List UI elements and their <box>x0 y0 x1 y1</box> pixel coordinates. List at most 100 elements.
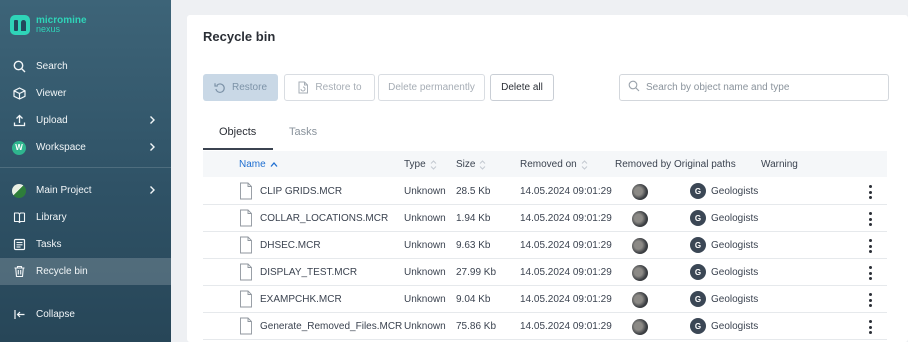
column-header-type[interactable]: Type <box>404 159 437 170</box>
sidebar-divider <box>0 167 171 168</box>
path-group-badge: G <box>690 237 706 253</box>
sidebar-item-recycle-bin[interactable]: Recycle bin <box>0 258 171 285</box>
sidebar-item-tasks[interactable]: Tasks <box>0 231 171 258</box>
restore-to-button-label: Restore to <box>315 82 362 93</box>
delete-permanently-button[interactable]: Delete permanently <box>378 74 485 101</box>
sidebar-item-label: Workspace <box>36 142 86 153</box>
brand-logo[interactable]: micromine nexus <box>10 15 87 35</box>
collapse-button[interactable]: Collapse <box>0 301 171 328</box>
row-size: 75.86 Kb <box>456 321 497 332</box>
tasks-icon <box>12 238 26 252</box>
search-input[interactable] <box>646 82 876 93</box>
sidebar-item-main-project[interactable]: Main Project <box>0 177 171 204</box>
table-row[interactable]: Generate_Removed_Files.MCR Unknown 75.86 K… <box>203 313 887 340</box>
table-row[interactable]: DISPLAY_TEST.MCR Unknown 27.99 Kb 14.05.202… <box>203 259 887 286</box>
row-type: Unknown <box>404 267 446 278</box>
active-tab-indicator <box>203 148 273 150</box>
row-name[interactable]: DISPLAY_TEST.MCR <box>260 267 357 278</box>
row-name[interactable]: Generate_Removed_Files.MCR <box>260 321 402 332</box>
tab-tasks[interactable]: Tasks <box>289 126 317 138</box>
path-group-badge: G <box>690 291 706 307</box>
file-icon <box>239 263 253 284</box>
micromine-logo-icon <box>10 15 30 35</box>
row-size: 9.63 Kb <box>456 240 491 251</box>
tab-objects[interactable]: Objects <box>219 126 256 138</box>
collapse-icon <box>12 308 26 322</box>
file-icon <box>239 182 253 203</box>
removed-by-avatar[interactable] <box>632 211 648 227</box>
restore-icon <box>214 82 226 94</box>
sort-icon <box>581 159 588 170</box>
path-group-badge: G <box>690 183 706 199</box>
sort-icon <box>479 159 486 170</box>
sort-ascending-icon <box>270 161 278 169</box>
row-removed-on: 14.05.2024 09:01:29 <box>520 321 612 332</box>
row-type: Unknown <box>404 186 446 197</box>
row-name[interactable]: CLIP GRIDS.MCR <box>260 186 342 197</box>
sidebar-item-workspace[interactable]: W Workspace <box>0 134 171 161</box>
column-header-name[interactable]: Name <box>239 159 278 170</box>
restore-button[interactable]: Restore <box>203 74 278 101</box>
search-box <box>619 74 889 101</box>
removed-by-avatar[interactable] <box>632 238 648 254</box>
row-type: Unknown <box>404 321 446 332</box>
search-icon <box>12 60 26 74</box>
table-row[interactable]: COLLAR_LOCATIONS.MCR Unknown 1.94 Kb 14.05.… <box>203 205 887 232</box>
sidebar-item-library[interactable]: Library <box>0 204 171 231</box>
removed-by-avatar[interactable] <box>632 265 648 281</box>
row-size: 28.5 Kb <box>456 186 491 197</box>
row-name[interactable]: COLLAR_LOCATIONS.MCR <box>260 213 388 224</box>
sidebar-item-upload[interactable]: Upload <box>0 107 171 134</box>
removed-by-avatar[interactable] <box>632 184 648 200</box>
row-type: Unknown <box>404 240 446 251</box>
search-icon <box>628 80 640 95</box>
more-options-icon[interactable] <box>867 185 873 199</box>
more-options-icon[interactable] <box>867 212 873 226</box>
sidebar-item-label: Recycle bin <box>36 266 88 277</box>
restore-to-button[interactable]: Restore to <box>284 74 375 101</box>
row-size: 1.94 Kb <box>456 213 491 224</box>
row-name[interactable]: EXAMPCHK.MCR <box>260 294 342 305</box>
more-options-icon[interactable] <box>867 320 873 334</box>
file-restore-icon <box>297 81 309 94</box>
row-size: 9.04 Kb <box>456 294 491 305</box>
sidebar-item-label: Tasks <box>36 239 62 250</box>
more-options-icon[interactable] <box>867 266 873 280</box>
column-header-removed-on[interactable]: Removed on <box>520 159 588 170</box>
table-row[interactable]: DHSEC.MCR Unknown 9.63 Kb 14.05.2024 09:01:… <box>203 232 887 259</box>
library-icon <box>12 211 26 225</box>
row-removed-on: 14.05.2024 09:01:29 <box>520 267 612 278</box>
row-original-path[interactable]: Geologists <box>711 213 758 224</box>
row-removed-on: 14.05.2024 09:01:29 <box>520 294 612 305</box>
sidebar-item-viewer[interactable]: Viewer <box>0 80 171 107</box>
delete-all-button[interactable]: Delete all <box>490 74 554 101</box>
more-options-icon[interactable] <box>867 239 873 253</box>
sort-icon <box>430 159 437 170</box>
path-group-badge: G <box>690 318 706 334</box>
table-row[interactable]: EXAMPCHK.MCR Unknown 9.04 Kb 14.05.2024 09:… <box>203 286 887 313</box>
chevron-right-icon <box>147 142 157 152</box>
column-header-original-paths: Original paths <box>674 159 736 170</box>
row-original-path[interactable]: Geologists <box>711 186 758 197</box>
row-original-path[interactable]: Geologists <box>711 294 758 305</box>
path-group-badge: G <box>690 210 706 226</box>
row-original-path[interactable]: Geologists <box>711 321 758 332</box>
tab-bar: Objects Tasks <box>203 121 887 150</box>
row-name[interactable]: DHSEC.MCR <box>260 240 321 251</box>
removed-by-avatar[interactable] <box>632 292 648 308</box>
cube-icon <box>12 87 26 101</box>
removed-by-avatar[interactable] <box>632 319 648 335</box>
sidebar-item-label: Viewer <box>36 88 67 99</box>
sidebar-item-label: Upload <box>36 115 68 126</box>
file-icon <box>239 236 253 257</box>
table-row[interactable]: CLIP GRIDS.MCR Unknown 28.5 Kb 14.05.2024 0… <box>203 178 887 205</box>
path-group-badge: G <box>690 264 706 280</box>
row-original-path[interactable]: Geologists <box>711 240 758 251</box>
more-options-icon[interactable] <box>867 293 873 307</box>
sidebar-item-search[interactable]: Search <box>0 53 171 80</box>
column-header-size[interactable]: Size <box>456 159 486 170</box>
main-panel: Recycle bin Restore Restore to Delete pe… <box>187 15 908 342</box>
upload-icon <box>12 114 26 128</box>
sidebar: micromine nexus Search Viewer Upload W W… <box>0 0 171 342</box>
row-original-path[interactable]: Geologists <box>711 267 758 278</box>
